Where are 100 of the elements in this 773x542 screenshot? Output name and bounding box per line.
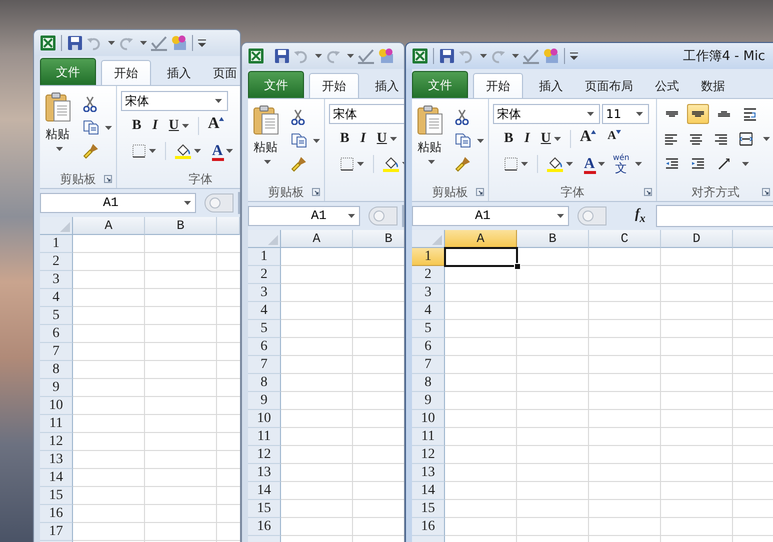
underline-button[interactable]: U	[372, 128, 402, 150]
row-header[interactable]: 7	[248, 356, 281, 374]
font-name-field[interactable]: 宋体	[329, 104, 404, 124]
circle-handle-icon[interactable]	[577, 206, 607, 226]
grow-font-button[interactable]: A	[574, 128, 602, 150]
circle-handle-icon[interactable]	[368, 206, 398, 226]
row-header[interactable]: 10	[412, 410, 445, 428]
row-header[interactable]: 16	[248, 518, 281, 536]
row-header[interactable]: 8	[40, 361, 73, 379]
row-header[interactable]: 16	[412, 518, 445, 536]
ribbon-tab[interactable]: 插入	[156, 60, 202, 85]
column-header[interactable]: B	[353, 230, 404, 248]
italic-button[interactable]: I	[355, 128, 371, 150]
row-header[interactable]: 13	[248, 464, 281, 482]
brush-icon[interactable]	[455, 156, 471, 172]
row-header[interactable]: 8	[248, 374, 281, 392]
row-header[interactable]: 6	[412, 338, 445, 356]
row-header[interactable]: 11	[412, 428, 445, 446]
row-header[interactable]: 9	[412, 392, 445, 410]
row-header[interactable]: 10	[40, 397, 73, 415]
documents-icon[interactable]	[455, 133, 471, 148]
row-header[interactable]: 8	[412, 374, 445, 392]
row-header[interactable]: 2	[248, 266, 281, 284]
row-header[interactable]: 2	[40, 253, 73, 271]
customize-caret-icon[interactable]	[570, 51, 578, 61]
brush-icon[interactable]	[291, 156, 307, 172]
bold-button[interactable]: B	[127, 115, 146, 137]
column-header[interactable]: D	[661, 230, 733, 248]
row-header[interactable]: 12	[248, 446, 281, 464]
paste-button[interactable]: 粘贴	[416, 103, 443, 183]
insert-function-button[interactable]: f$_{x}$	[635, 206, 646, 224]
font-size-field[interactable]: 11	[602, 104, 649, 124]
row-header[interactable]: 12	[412, 446, 445, 464]
row-header[interactable]: 4	[40, 289, 73, 307]
dialog-launcher-icon[interactable]	[476, 188, 484, 196]
file-tab[interactable]: 文件	[412, 71, 468, 98]
ribbon-tab[interactable]: 数据	[690, 73, 736, 98]
ribbon-tab[interactable]: 开始	[473, 73, 523, 98]
row-header[interactable]: 9	[40, 379, 73, 397]
name-box[interactable]: A1	[40, 192, 196, 212]
row-header[interactable]: 12	[40, 433, 73, 451]
font-name-field[interactable]: 宋体	[493, 104, 600, 124]
brush-icon[interactable]	[83, 143, 99, 159]
name-box[interactable]: A1	[412, 206, 569, 226]
documents-icon[interactable]	[83, 120, 99, 135]
phonetic-guide-button[interactable]: wén 文	[610, 153, 632, 175]
file-tab[interactable]: 文件	[248, 71, 304, 98]
font-name-field[interactable]: 宋体	[121, 91, 228, 111]
row-header[interactable]: 5	[412, 320, 445, 338]
ribbon-tab[interactable]: 页面	[202, 60, 240, 85]
row-header[interactable]: 16	[40, 505, 73, 523]
underline-button[interactable]: U	[536, 128, 566, 150]
row-header[interactable]: 5	[248, 320, 281, 338]
row-header[interactable]: 1	[412, 248, 445, 266]
row-header[interactable]: 6	[40, 325, 73, 343]
paste-button[interactable]: 粘贴	[252, 103, 279, 183]
row-header[interactable]: 10	[248, 410, 281, 428]
row-header[interactable]: 11	[248, 428, 281, 446]
row-header[interactable]: 15	[40, 487, 73, 505]
dialog-launcher-icon[interactable]	[104, 175, 112, 183]
column-header[interactable]: A	[73, 217, 145, 235]
scissors-icon[interactable]	[455, 109, 469, 125]
scissors-icon[interactable]	[83, 96, 97, 112]
ribbon-tab[interactable]: 公式	[644, 73, 690, 98]
align-middle-button[interactable]	[687, 104, 709, 124]
column-header[interactable]: A	[281, 230, 353, 248]
bold-button[interactable]: B	[499, 128, 518, 150]
ribbon-tab[interactable]: 页面布局	[574, 73, 644, 98]
paste-button[interactable]: 粘贴	[44, 90, 71, 170]
dialog-launcher-icon[interactable]	[762, 188, 770, 196]
dialog-launcher-icon[interactable]	[644, 188, 652, 196]
row-header[interactable]: 5	[40, 307, 73, 325]
row-header[interactable]: 3	[40, 271, 73, 289]
name-box[interactable]: A1	[248, 206, 360, 226]
row-header[interactable]: 15	[412, 500, 445, 518]
row-header[interactable]: 7	[40, 343, 73, 361]
shrink-font-button[interactable]: A	[602, 128, 626, 150]
dialog-launcher-icon[interactable]	[312, 188, 320, 196]
ribbon-tab[interactable]: 开始	[101, 60, 151, 85]
row-header[interactable]: 15	[248, 500, 281, 518]
circle-handle-icon[interactable]	[204, 192, 234, 212]
row-header[interactable]: 13	[40, 451, 73, 469]
row-header[interactable]: 17	[40, 523, 73, 541]
bold-button[interactable]: B	[335, 128, 354, 150]
italic-button[interactable]: I	[147, 115, 163, 137]
row-header[interactable]: 3	[248, 284, 281, 302]
scissors-icon[interactable]	[291, 109, 305, 125]
column-header[interactable]: C	[589, 230, 661, 248]
file-tab[interactable]: 文件	[40, 58, 96, 85]
grow-font-button[interactable]: A	[202, 115, 230, 137]
ribbon-tab[interactable]: 插入	[364, 73, 404, 98]
row-header[interactable]: 14	[412, 482, 445, 500]
row-header[interactable]: 7	[412, 356, 445, 374]
row-header[interactable]: 13	[412, 464, 445, 482]
row-header[interactable]: 14	[40, 469, 73, 487]
row-header[interactable]: 11	[40, 415, 73, 433]
column-header[interactable]: B	[517, 230, 589, 248]
ribbon-tab[interactable]: 插入	[528, 73, 574, 98]
row-header[interactable]: 14	[248, 482, 281, 500]
column-header[interactable]: B	[145, 217, 217, 235]
